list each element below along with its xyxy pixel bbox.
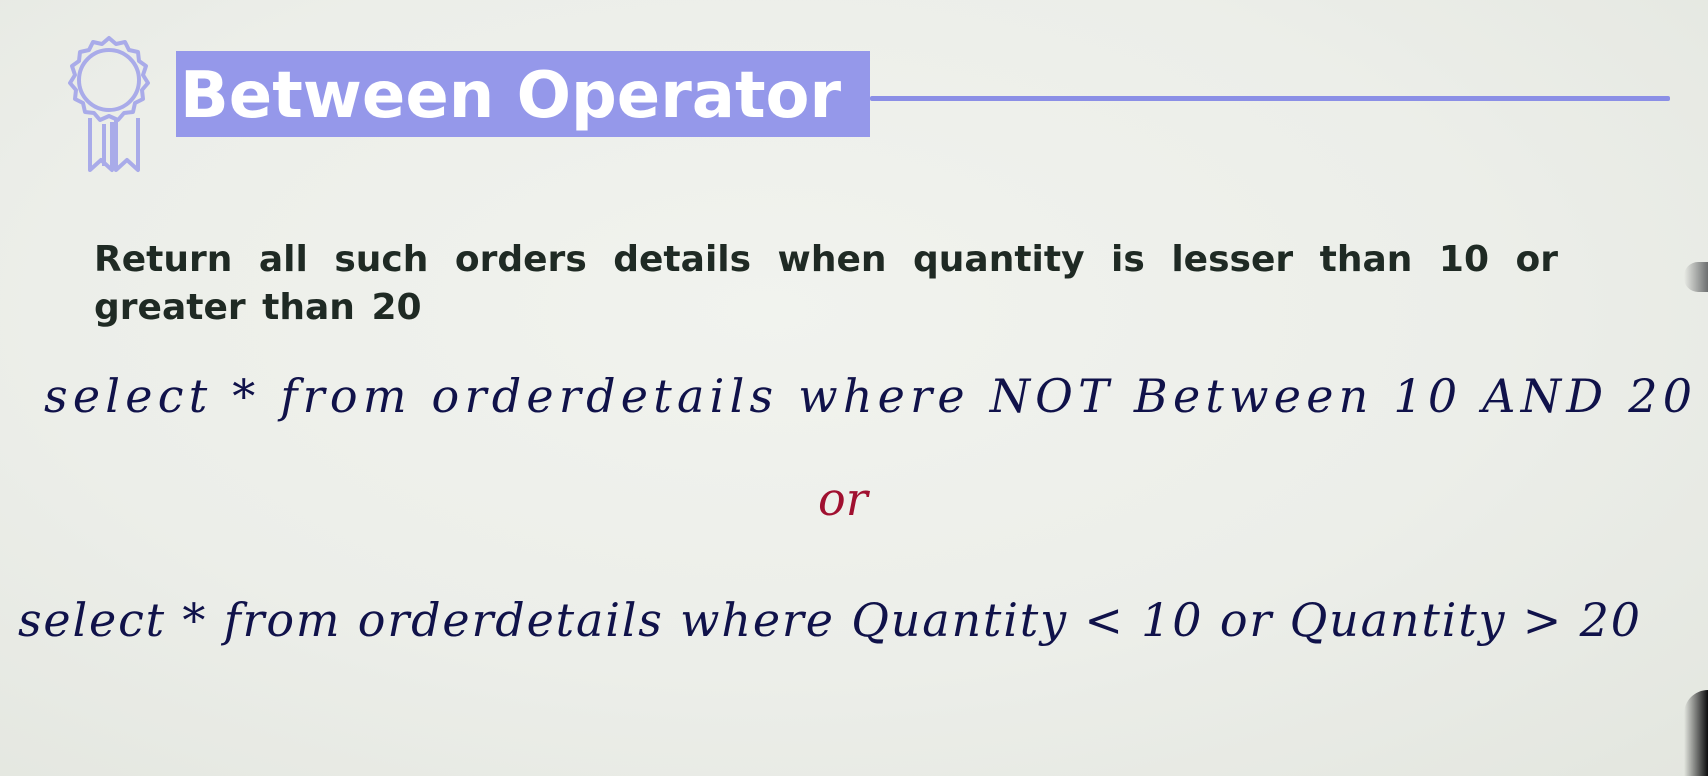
presenter-edge-lower	[1684, 690, 1708, 776]
presenter-edge	[1684, 262, 1708, 292]
handwritten-query-comparison: select * from orderdetails where Quantit…	[18, 593, 1640, 647]
slide: Between Operator Return all such orders …	[0, 0, 1708, 776]
handwritten-annotations: select * from orderdetails where NOT Bet…	[18, 369, 1692, 647]
handwritten-query-between: select * from orderdetails where NOT Bet…	[44, 369, 1692, 423]
handwritten-separator-or: or	[818, 472, 871, 526]
